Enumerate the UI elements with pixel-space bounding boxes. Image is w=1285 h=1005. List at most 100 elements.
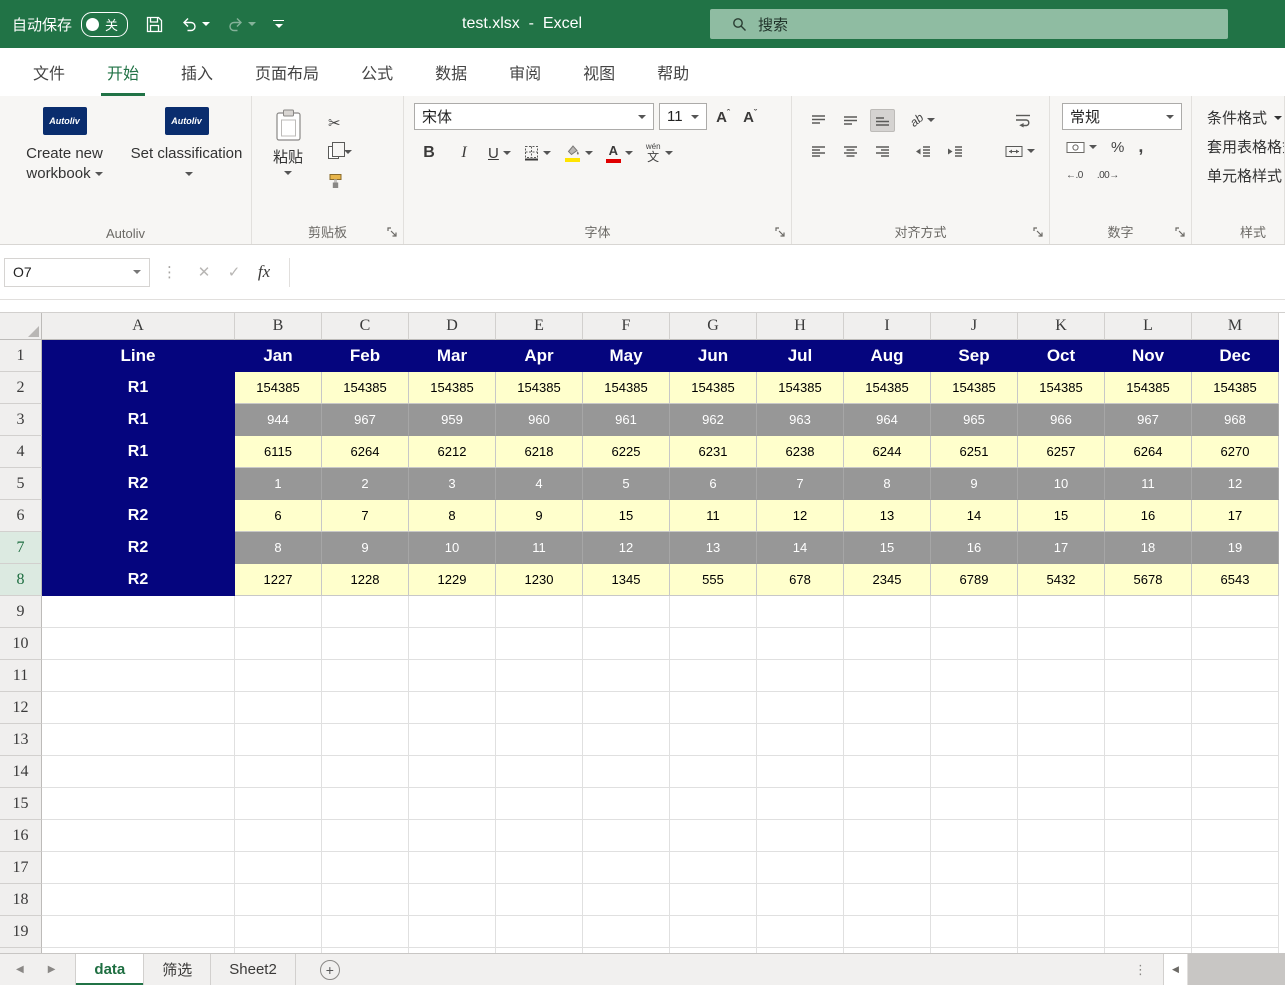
cell-G19[interactable] (670, 916, 757, 948)
conditional-formatting-button[interactable]: 条件格式 (1200, 103, 1283, 132)
cell-I13[interactable] (844, 724, 931, 756)
cell-M11[interactable] (1192, 660, 1279, 692)
align-top-button[interactable] (806, 109, 831, 132)
cell-G1[interactable]: Jun (670, 340, 757, 372)
font-size-select[interactable]: 11 (659, 103, 707, 130)
cell-H12[interactable] (757, 692, 844, 724)
cell-K15[interactable] (1018, 788, 1105, 820)
ribbon-tab-数据[interactable]: 数据 (414, 48, 488, 96)
cell-H9[interactable] (757, 596, 844, 628)
cell-F16[interactable] (583, 820, 670, 852)
cell-A2[interactable]: R1 (42, 372, 235, 404)
cell-L19[interactable] (1105, 916, 1192, 948)
ribbon-tab-插入[interactable]: 插入 (160, 48, 234, 96)
confirm-entry-button[interactable]: ✓ (219, 263, 249, 281)
cell-H4[interactable]: 6238 (757, 436, 844, 468)
cell-J8[interactable]: 6789 (931, 564, 1018, 596)
cell-B15[interactable] (235, 788, 322, 820)
cell-E5[interactable]: 4 (496, 468, 583, 500)
cell-C1[interactable]: Feb (322, 340, 409, 372)
cell-G17[interactable] (670, 852, 757, 884)
cell-D8[interactable]: 1229 (409, 564, 496, 596)
number-format-select[interactable]: 常规 (1062, 103, 1182, 130)
cell-H17[interactable] (757, 852, 844, 884)
row-header-10[interactable]: 10 (0, 628, 42, 660)
cell-C14[interactable] (322, 756, 409, 788)
cell-I19[interactable] (844, 916, 931, 948)
cell-F17[interactable] (583, 852, 670, 884)
cell-A16[interactable] (42, 820, 235, 852)
cell-J16[interactable] (931, 820, 1018, 852)
cell-F11[interactable] (583, 660, 670, 692)
undo-button[interactable] (181, 17, 211, 32)
cell-B14[interactable] (235, 756, 322, 788)
percent-style-button[interactable]: % (1111, 139, 1124, 156)
col-header-J[interactable]: J (931, 313, 1018, 340)
align-right-button[interactable] (870, 140, 895, 163)
cell-L8[interactable]: 5678 (1105, 564, 1192, 596)
ribbon-tab-审阅[interactable]: 审阅 (488, 48, 562, 96)
cell-D7[interactable]: 10 (409, 532, 496, 564)
cell-A13[interactable] (42, 724, 235, 756)
cell-M1[interactable]: Dec (1192, 340, 1279, 372)
cell-C4[interactable]: 6264 (322, 436, 409, 468)
cell-J12[interactable] (931, 692, 1018, 724)
cell-D19[interactable] (409, 916, 496, 948)
cell-M9[interactable] (1192, 596, 1279, 628)
cell-J14[interactable] (931, 756, 1018, 788)
align-bottom-button[interactable] (870, 108, 895, 132)
horizontal-scrollbar[interactable]: ◀ (1163, 954, 1285, 985)
cell-F18[interactable] (583, 884, 670, 916)
cell-H8[interactable]: 678 (757, 564, 844, 596)
cell-B19[interactable] (235, 916, 322, 948)
cell-D1[interactable]: Mar (409, 340, 496, 372)
cell-F2[interactable]: 154385 (583, 372, 670, 404)
increase-indent-button[interactable] (942, 140, 967, 163)
cell-E13[interactable] (496, 724, 583, 756)
cell-D4[interactable]: 6212 (409, 436, 496, 468)
cell-B2[interactable]: 154385 (235, 372, 322, 404)
cell-D14[interactable] (409, 756, 496, 788)
row-header-4[interactable]: 4 (0, 436, 42, 468)
cell-K18[interactable] (1018, 884, 1105, 916)
cell-C10[interactable] (322, 628, 409, 660)
copy-button[interactable] (328, 141, 352, 162)
underline-button[interactable]: U (488, 145, 511, 162)
cell-D10[interactable] (409, 628, 496, 660)
insert-function-button[interactable]: fx (249, 262, 279, 282)
formula-input[interactable] (289, 257, 1285, 287)
cell-J18[interactable] (931, 884, 1018, 916)
cell-K14[interactable] (1018, 756, 1105, 788)
cell-D9[interactable] (409, 596, 496, 628)
cell-H6[interactable]: 12 (757, 500, 844, 532)
cell-F4[interactable]: 6225 (583, 436, 670, 468)
cell-F9[interactable] (583, 596, 670, 628)
cell-G16[interactable] (670, 820, 757, 852)
decrease-indent-button[interactable] (910, 140, 935, 163)
cell-E18[interactable] (496, 884, 583, 916)
ribbon-tab-文件[interactable]: 文件 (12, 48, 86, 96)
increase-font-size-button[interactable]: Aˆ (712, 104, 734, 130)
cell-C12[interactable] (322, 692, 409, 724)
customize-quick-access-button[interactable] (273, 20, 285, 28)
cell-J19[interactable] (931, 916, 1018, 948)
sheet-tab-Sheet2[interactable]: Sheet2 (211, 954, 296, 985)
cell-K17[interactable] (1018, 852, 1105, 884)
cell-J9[interactable] (931, 596, 1018, 628)
cell-K2[interactable]: 154385 (1018, 372, 1105, 404)
col-header-I[interactable]: I (844, 313, 931, 340)
cell-H11[interactable] (757, 660, 844, 692)
cell-M12[interactable] (1192, 692, 1279, 724)
cell-H13[interactable] (757, 724, 844, 756)
select-all-corner[interactable] (0, 313, 42, 340)
cell-L7[interactable]: 18 (1105, 532, 1192, 564)
accounting-format-button[interactable] (1066, 141, 1097, 154)
cell-E7[interactable]: 11 (496, 532, 583, 564)
increase-decimal-button[interactable]: ←.0 (1066, 170, 1083, 181)
cell-E4[interactable]: 6218 (496, 436, 583, 468)
cell-J2[interactable]: 154385 (931, 372, 1018, 404)
cell-G8[interactable]: 555 (670, 564, 757, 596)
cell-F3[interactable]: 961 (583, 404, 670, 436)
cell-H3[interactable]: 963 (757, 404, 844, 436)
scrollbar-thumb[interactable] (1188, 954, 1285, 985)
